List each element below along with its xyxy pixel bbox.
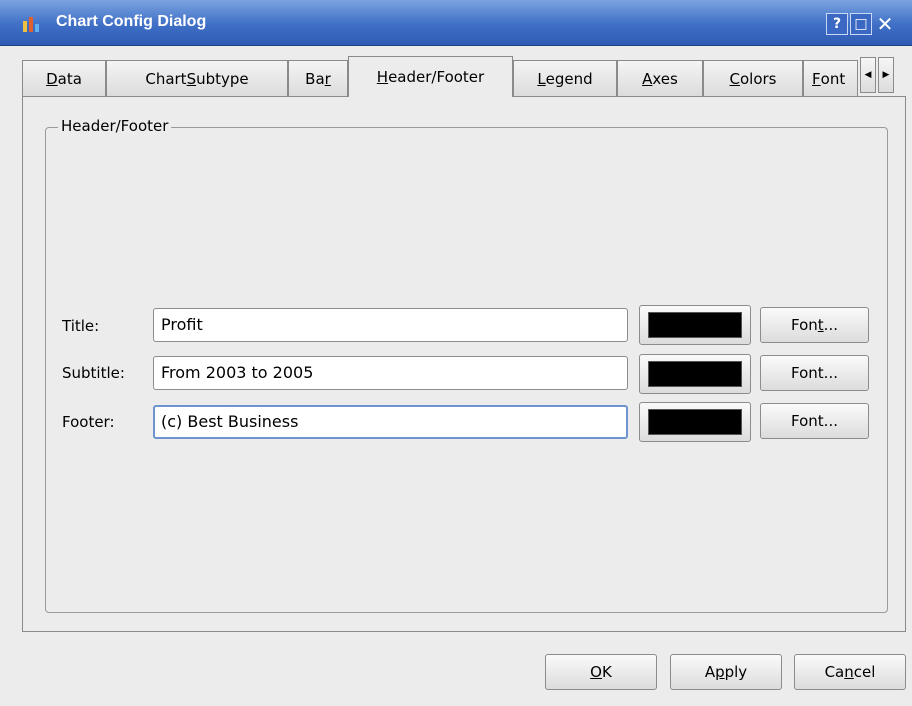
- group-title: Header/Footer: [58, 117, 172, 135]
- tab-header-footer[interactable]: Header/Footer: [348, 56, 513, 97]
- window-title: Chart Config Dialog: [56, 13, 207, 30]
- tab-mnemonic: H: [376, 68, 389, 86]
- button-label: Ca: [824, 663, 845, 681]
- header-footer-group: Header/Footer Title: Profit Fon t... Subt…: [45, 117, 888, 613]
- tab-axes[interactable]: Axes: [617, 60, 703, 96]
- button-label: ply: [724, 663, 748, 681]
- title-field[interactable]: Profit: [153, 308, 628, 342]
- tab-label: eader/Footer: [388, 68, 485, 86]
- subtitle-color-swatch: [648, 361, 742, 387]
- tab-scroll-left-button[interactable]: ◀: [860, 57, 876, 93]
- arrow-right-icon: ▶: [882, 70, 890, 80]
- app-icon: [23, 17, 39, 32]
- button-mnemonic: O: [590, 663, 602, 681]
- button-mnemonic: n: [844, 663, 854, 681]
- footer-color-button[interactable]: [639, 402, 751, 442]
- tab-label: ubtype: [196, 69, 249, 88]
- help-icon: ?: [832, 16, 842, 32]
- tab-label: xes: [652, 69, 678, 88]
- tab-legend[interactable]: Legend: [513, 60, 617, 96]
- close-button[interactable]: ✕: [874, 12, 896, 36]
- footer-label: Footer:: [62, 413, 115, 431]
- apply-button[interactable]: Ap ply: [670, 654, 782, 690]
- tab-scroll-right-button[interactable]: ▶: [878, 57, 894, 93]
- title-color-button[interactable]: [639, 305, 751, 345]
- tab-label: ata: [57, 69, 82, 88]
- tab-mnemonic: S: [186, 69, 197, 88]
- tab-mnemonic: L: [537, 69, 546, 88]
- button-label: Fon: [791, 316, 818, 334]
- maximize-button[interactable]: □: [850, 13, 872, 35]
- button-label: A: [704, 663, 716, 681]
- tab-label: olors: [739, 69, 777, 88]
- tab-page-header-footer: Header/Footer Title: Profit Fon t... Subt…: [22, 96, 906, 632]
- tab-colors[interactable]: Colors: [703, 60, 803, 96]
- subtitle-color-button[interactable]: [639, 354, 751, 394]
- ok-button[interactable]: OK: [545, 654, 657, 690]
- subtitle-font-button[interactable]: Font...: [760, 355, 869, 391]
- button-label: Font...: [791, 412, 838, 430]
- button-mnemonic: p: [715, 663, 725, 681]
- maximize-icon: □: [854, 16, 868, 32]
- tab-mnemonic: C: [729, 69, 740, 88]
- footer-font-button[interactable]: Font...: [760, 403, 869, 439]
- help-button[interactable]: ?: [826, 13, 848, 35]
- footer-color-swatch: [648, 409, 742, 435]
- tab-font[interactable]: Font: [803, 60, 858, 96]
- footer-field[interactable]: (c) Best Business: [153, 405, 628, 439]
- button-label: K: [601, 663, 612, 681]
- close-icon: ✕: [876, 12, 894, 36]
- cancel-button[interactable]: Ca n cel: [794, 654, 906, 690]
- tab-label: Chart: [145, 69, 187, 88]
- tab-mnemonic: r: [324, 69, 331, 88]
- tab-mnemonic: D: [46, 69, 58, 88]
- title-bar: Chart Config Dialog ? □ ✕: [0, 0, 912, 46]
- tab-mnemonic: F: [812, 69, 821, 88]
- button-label: ...: [823, 316, 838, 334]
- tab-bar-type[interactable]: Ba r: [288, 60, 348, 96]
- button-label: Font...: [791, 364, 838, 382]
- title-color-swatch: [648, 312, 742, 338]
- subtitle-field[interactable]: From 2003 to 2005: [153, 356, 628, 390]
- title-label: Title:: [62, 317, 100, 335]
- tab-label: egend: [545, 69, 593, 88]
- arrow-left-icon: ◀: [864, 70, 872, 80]
- title-font-button[interactable]: Fon t...: [760, 307, 869, 343]
- subtitle-label: Subtitle:: [62, 364, 125, 382]
- tab-label: Ba: [305, 69, 325, 88]
- button-label: cel: [853, 663, 876, 681]
- tab-mnemonic: A: [642, 69, 653, 88]
- tab-label: ont: [820, 69, 846, 88]
- tab-data[interactable]: Data: [22, 60, 106, 96]
- tab-chart-subtype[interactable]: Chart Subtype: [106, 60, 288, 96]
